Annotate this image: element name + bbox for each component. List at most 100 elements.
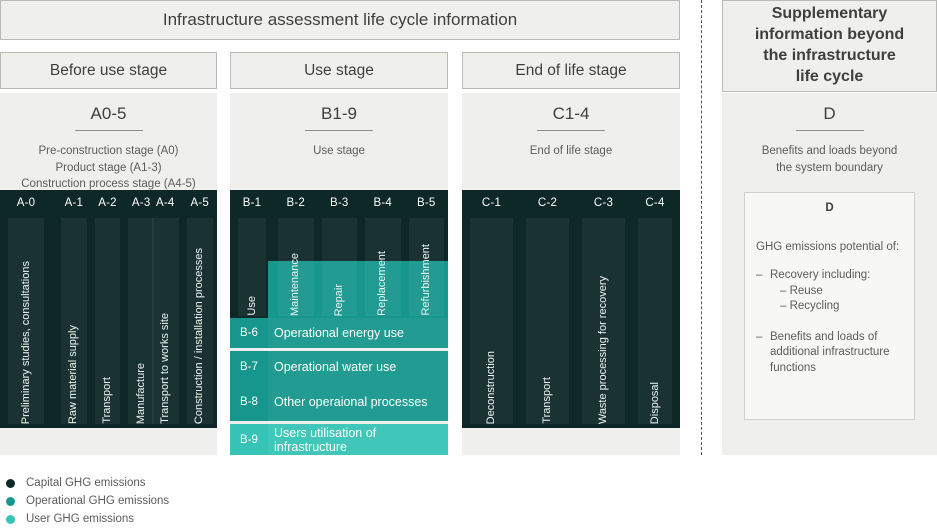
matrix-cell-c3[interactable]: C-3 Waste processing for recovery: [578, 190, 629, 428]
row-label: Other operaional processes: [268, 383, 448, 421]
cell-code: B-3: [330, 197, 349, 209]
column-group-a1-a3: A-1 Raw material supply A-2 Transport A-…: [57, 190, 158, 428]
stage-description-line: the system boundary: [776, 161, 883, 174]
matrix-cell-b1[interactable]: B-1 Use: [234, 190, 270, 318]
stage-description: Pre-construction stage (A0) Product stag…: [0, 131, 217, 193]
operational-row-b7[interactable]: B-7 Operational water use: [230, 351, 448, 383]
matrix-cell-a2[interactable]: A-2 Transport: [91, 190, 125, 428]
legend-item-user: User GHG emissions: [0, 510, 400, 528]
stage-description-line: Use stage: [313, 145, 365, 157]
cell-code: B-2: [286, 197, 305, 209]
row-label: Operational energy use: [268, 318, 448, 348]
matrix-before-use: A-0 Preliminary studies, consultations A…: [0, 190, 217, 428]
cell-label: Refurbishment: [419, 244, 432, 316]
matrix-cell-c2[interactable]: C-2 Transport: [522, 190, 573, 428]
module-d-bullet: – Recovery including: – Reuse – Recyclin…: [756, 253, 903, 315]
stage-header-label: Use stage: [304, 61, 374, 79]
module-d-bullet-text: Recovery including:: [770, 269, 871, 281]
legend: Capital GHG emissions Operational GHG em…: [0, 474, 400, 528]
stage-description-line: Pre-construction stage (A0): [38, 145, 179, 157]
system-boundary-divider: [701, 0, 702, 455]
stage-code: B1-9: [321, 104, 357, 123]
operational-row-b9[interactable]: B-9 Users utilisation of infrastructure: [230, 424, 448, 455]
cell-code: C-2: [537, 197, 558, 209]
matrix-cell-a4[interactable]: A-4 Transport to works site: [148, 190, 183, 428]
cell-code: A-3: [131, 197, 151, 209]
column-group-c3: C-3 Waste processing for recovery: [578, 190, 629, 428]
matrix-cell-b4[interactable]: B-4 Replacement: [361, 190, 405, 318]
stage-header-line: Supplementary: [771, 5, 888, 23]
cell-bar: Transport to works site: [152, 218, 179, 424]
stage-header-supplementary: Supplementary information beyond the inf…: [722, 0, 937, 92]
cell-code: A-0: [16, 197, 36, 209]
matrix-cell-c4[interactable]: C-4 Disposal: [634, 190, 676, 428]
legend-dot-icon: [6, 478, 15, 488]
stage-code: D: [823, 104, 836, 123]
stage-header-line: information beyond: [754, 26, 905, 44]
module-d-intro: GHG emissions potential of:: [756, 241, 900, 253]
stage-header-before-use: Before use stage: [0, 52, 217, 89]
matrix-cell-b2[interactable]: B-2 Maintenance: [274, 190, 318, 318]
cell-code: B-1: [242, 197, 262, 209]
cell-bar: Refurbishment: [408, 218, 444, 316]
cell-code: A-5: [190, 197, 209, 209]
cell-code: C-1: [481, 197, 502, 209]
module-d-bullet-text: Benefits and loads of additional infrast…: [770, 330, 890, 374]
module-d-bullet: – Benefits and loads of additional infra…: [756, 315, 903, 377]
cell-bar: Construction / installation processes: [186, 218, 213, 424]
cell-bar: Replacement: [365, 218, 401, 316]
cell-label: Waste processing for recovery: [597, 275, 609, 424]
cell-label: Deconstruction: [485, 350, 497, 424]
stage-description-line: Product stage (A1-3): [55, 161, 162, 174]
legend-item-capital: Capital GHG emissions: [0, 474, 400, 492]
column-group-b2-b5: B-2 Maintenance B-3 Repair B-4 Replaceme…: [274, 190, 448, 318]
cell-label: Repair: [332, 283, 345, 316]
cell-bar: Waste processing for recovery: [582, 218, 625, 424]
column-group-a0: A-0 Preliminary studies, consultations: [4, 190, 48, 428]
cell-label: Maintenance: [289, 253, 302, 316]
row-code: B-9: [240, 433, 258, 446]
legend-label: User GHG emissions: [26, 513, 134, 525]
matrix-cell-b5[interactable]: B-5 Refurbishment: [405, 190, 449, 318]
cell-bar: Repair: [321, 218, 357, 316]
cell-code: A-1: [64, 197, 84, 209]
row-code: B-8: [240, 396, 258, 408]
column-group-c4: C-4 Disposal: [634, 190, 676, 428]
stage-description: End of life stage: [462, 131, 680, 160]
legend-item-operational: Operational GHG emissions: [0, 492, 400, 510]
cell-bar: Use: [238, 218, 266, 316]
matrix-cell-a5[interactable]: A-5 Construction / installation processe…: [183, 190, 218, 428]
dash-icon: –: [756, 269, 763, 281]
matrix-cell-a0[interactable]: A-0 Preliminary studies, consultations: [4, 190, 48, 428]
operational-row-b6[interactable]: B-6 Operational energy use: [230, 318, 448, 348]
operational-row-b8[interactable]: B-8 Other operaional processes: [230, 383, 448, 421]
cell-bar: Disposal: [638, 218, 672, 424]
legend-label: Capital GHG emissions: [26, 477, 146, 489]
stage-header-label: End of life stage: [515, 61, 627, 79]
matrix-cell-a1[interactable]: A-1 Raw material supply: [57, 190, 91, 428]
cell-bar: Transport: [94, 218, 121, 424]
matrix-use: B-1 Use B-2 Maintenance B-3 Repair B-4 R…: [230, 190, 448, 318]
matrix-cell-c1[interactable]: C-1 Deconstruction: [466, 190, 517, 428]
column-group-b1: B-1 Use: [234, 190, 270, 318]
cell-label: Preliminary studies, consultations: [19, 260, 32, 424]
column-group-a4-a5: A-4 Transport to works site A-5 Construc…: [148, 190, 217, 428]
stage-header-use: Use stage: [230, 52, 448, 89]
row-code: B-7: [240, 361, 258, 373]
column-group-c2: C-2 Transport: [522, 190, 573, 428]
module-d-card: D GHG emissions potential of: – Recovery…: [744, 192, 915, 420]
cell-label: Construction / installation processes: [193, 247, 206, 424]
stage-header-line: the infrastructure: [763, 47, 896, 64]
row-label: Operational water use: [268, 351, 448, 383]
dash-icon: –: [756, 330, 763, 343]
cell-bar: Deconstruction: [470, 218, 513, 424]
row-code: B-6: [240, 327, 258, 339]
cell-code: C-4: [645, 197, 665, 209]
row-label: Users utilisation of infrastructure: [268, 424, 448, 455]
cell-bar: Preliminary studies, consultations: [8, 218, 44, 424]
legend-label: Operational GHG emissions: [26, 495, 170, 507]
module-d-subbullet: – Reuse: [780, 284, 823, 297]
cell-label: Raw material supply: [67, 324, 80, 424]
stage-code: C1-4: [552, 104, 590, 123]
matrix-cell-b3[interactable]: B-3 Repair: [318, 190, 362, 318]
